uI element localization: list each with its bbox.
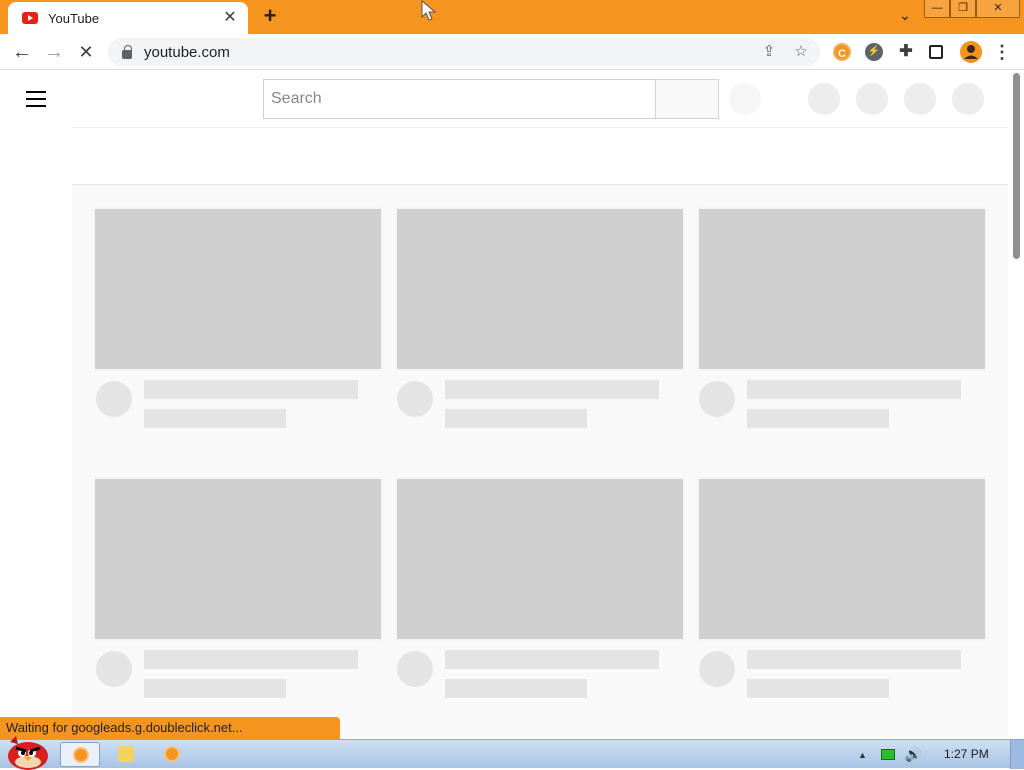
url-text[interactable]: youtube.com <box>144 44 230 61</box>
channel-avatar-placeholder <box>699 651 735 687</box>
taskbar-explorer[interactable] <box>106 742 146 767</box>
title-placeholder <box>445 380 659 399</box>
start-button-bird-icon[interactable] <box>2 730 50 770</box>
video-thumbnail-placeholder[interactable] <box>95 479 381 639</box>
extensions-puzzle-icon[interactable]: ✚ <box>897 43 915 61</box>
browser-titlebar: YouTube ✕ + ⌄ — ❐ ✕ <box>0 0 1024 34</box>
coccoc-extension-icon[interactable]: C <box>833 43 851 61</box>
video-thumbnail-placeholder[interactable] <box>699 209 985 369</box>
youtube-favicon-icon <box>22 12 38 24</box>
video-thumbnail-placeholder[interactable] <box>699 479 985 639</box>
browser-menu-icon[interactable]: ⋮ <box>993 43 1011 61</box>
video-thumbnail-placeholder[interactable] <box>397 209 683 369</box>
restore-button[interactable]: ❐ <box>950 0 976 18</box>
minimize-button[interactable]: — <box>924 0 950 18</box>
bookmark-star-icon[interactable]: ☆ <box>792 43 810 61</box>
loading-status-bubble: Waiting for googleads.g.doubleclick.net.… <box>0 717 340 739</box>
coccoc-icon <box>164 746 180 762</box>
tab-title: YouTube <box>48 10 100 26</box>
tab-close-icon[interactable]: ✕ <box>222 10 238 26</box>
tab-search-chevron-icon[interactable]: ⌄ <box>895 7 915 27</box>
page-scrollbar[interactable] <box>1013 73 1020 259</box>
header-icon-placeholder-4[interactable] <box>952 83 984 115</box>
browser-toolbar: ← → ✕ youtube.com ⇪ ☆ C ⚡ ✚ ⋮ <box>0 34 1024 70</box>
os-taskbar: ▲ 🔊 1:27 PM <box>0 736 1024 770</box>
side-panel-icon[interactable] <box>929 45 943 59</box>
meta-placeholder <box>445 679 587 698</box>
channel-avatar-placeholder <box>96 651 132 687</box>
volume-icon[interactable]: 🔊 <box>905 746 922 763</box>
forward-button[interactable]: → <box>42 40 66 64</box>
taskbar-coccoc-pinned[interactable] <box>152 742 192 767</box>
title-placeholder <box>144 650 358 669</box>
header-icon-placeholder-3[interactable] <box>904 83 936 115</box>
stop-loading-button[interactable]: ✕ <box>74 40 98 64</box>
tab-youtube[interactable]: YouTube ✕ <box>8 2 248 34</box>
network-icon[interactable] <box>880 749 895 760</box>
person-icon <box>964 45 978 59</box>
video-feed-skeleton <box>72 185 1008 738</box>
title-placeholder <box>747 380 961 399</box>
title-placeholder <box>747 650 961 669</box>
channel-avatar-placeholder <box>397 381 433 417</box>
address-bar[interactable]: youtube.com ⇪ ☆ <box>108 38 820 66</box>
bolt-extension-icon[interactable]: ⚡ <box>865 43 883 61</box>
new-tab-button[interactable]: + <box>258 5 282 29</box>
search-input[interactable] <box>264 80 655 118</box>
taskbar-clock[interactable]: 1:27 PM <box>944 747 989 761</box>
channel-avatar-placeholder <box>96 381 132 417</box>
meta-placeholder <box>747 409 889 428</box>
taskbar-coccoc-browser[interactable] <box>60 742 100 767</box>
share-icon[interactable]: ⇪ <box>760 43 778 61</box>
system-tray: ▲ 🔊 <box>858 740 922 769</box>
coccoc-icon <box>73 747 89 763</box>
lock-icon[interactable] <box>122 44 132 59</box>
search-button[interactable] <box>655 79 719 119</box>
title-placeholder <box>445 650 659 669</box>
video-thumbnail-placeholder[interactable] <box>95 209 381 369</box>
show-desktop-button[interactable] <box>1010 740 1024 769</box>
folder-icon <box>118 746 134 762</box>
header-divider <box>72 127 1008 128</box>
title-placeholder <box>144 380 358 399</box>
meta-placeholder <box>747 679 889 698</box>
video-thumbnail-placeholder[interactable] <box>397 479 683 639</box>
mouse-cursor-icon <box>421 0 437 21</box>
tray-expand-icon[interactable]: ▲ <box>858 750 867 760</box>
youtube-page <box>0 71 1024 738</box>
meta-placeholder <box>445 409 587 428</box>
close-window-button[interactable]: ✕ <box>976 0 1020 18</box>
profile-avatar-icon[interactable] <box>960 41 982 63</box>
back-button[interactable]: ← <box>10 40 34 64</box>
voice-search-placeholder[interactable] <box>729 83 761 115</box>
header-icon-placeholder-2[interactable] <box>856 83 888 115</box>
meta-placeholder <box>144 679 286 698</box>
channel-avatar-placeholder <box>397 651 433 687</box>
search-box[interactable] <box>263 79 656 119</box>
window-controls: — ❐ ✕ <box>924 0 1020 18</box>
channel-avatar-placeholder <box>699 381 735 417</box>
header-icon-placeholder-1[interactable] <box>808 83 840 115</box>
hamburger-menu-icon[interactable] <box>26 91 46 107</box>
meta-placeholder <box>144 409 286 428</box>
